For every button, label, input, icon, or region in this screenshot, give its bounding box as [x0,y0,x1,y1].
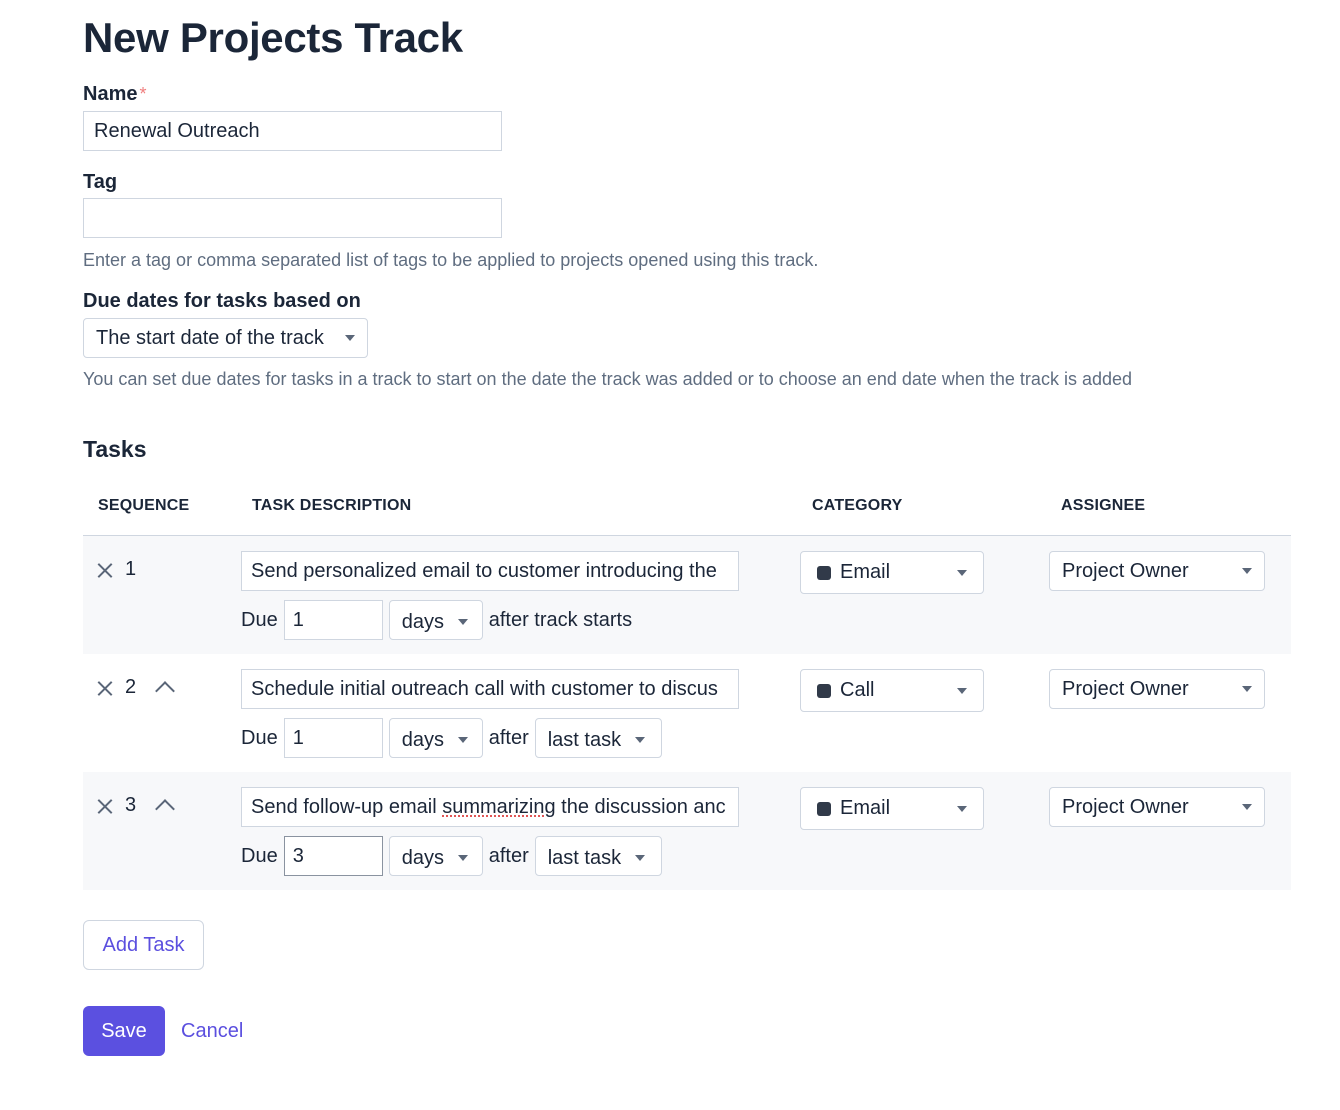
due-basis-help-text: You can set due dates for tasks in a tra… [83,369,1132,389]
chevron-down-icon [457,737,468,743]
sequence-cell: 1 [95,558,136,581]
chevron-down-icon [1242,804,1252,810]
category-select[interactable]: Email [800,787,984,830]
assignee-value: Project Owner [1062,559,1189,582]
due-line: Due days after track starts [241,600,632,640]
due-label: Due [241,844,278,867]
category-color-swatch [817,683,831,698]
due-offset-input[interactable] [283,836,383,876]
chevron-down-icon [1242,686,1252,692]
description-text: Send follow-up email [251,795,443,818]
column-header-assignee: ASSIGNEE [1061,497,1146,514]
category-select[interactable]: Email [800,551,984,594]
relative-to-select[interactable]: last task [534,836,662,876]
due-basis-select[interactable]: The start date of the track [83,318,368,358]
due-unit-select[interactable]: days [388,718,483,758]
category-color-swatch [817,565,831,580]
after-text: after [488,726,529,749]
column-header-description: TASK DESCRIPTION [252,497,412,514]
due-offset-input[interactable] [283,600,383,640]
tasks-heading: Tasks [83,436,147,462]
page-title: New Projects Track [83,14,463,61]
relative-to-value: last task [547,728,622,751]
tag-help-text: Enter a tag or comma separated list of t… [83,250,819,270]
due-line: Due days after last task [241,836,662,876]
move-up-icon[interactable] [155,798,176,819]
column-header-sequence: SEQUENCE [98,497,190,514]
remove-task-icon[interactable] [95,796,115,816]
category-value: Email [840,797,891,819]
category-color-swatch [817,801,831,816]
task-row: 2 Due days after last task Call Project … [83,654,1291,772]
due-basis-value: The start date of the track [96,326,324,349]
chevron-down-icon [957,687,967,694]
chevron-down-icon [457,855,468,861]
spellcheck-flagged-word: summarizing [442,795,556,818]
chevron-down-icon [957,569,967,576]
due-unit-select[interactable]: days [388,836,483,876]
remove-task-icon[interactable] [95,560,115,580]
name-label: Name * [83,82,147,106]
category-select[interactable]: Call [800,669,984,712]
after-text: after [488,844,529,867]
assignee-select[interactable]: Project Owner [1049,669,1265,709]
name-label-text: Name [83,83,138,105]
remove-task-icon[interactable] [95,678,115,698]
task-row: 1 Due days after track starts Email Proj… [83,536,1291,654]
due-label: Due [241,726,278,749]
due-label: Due [241,608,278,631]
name-input[interactable] [83,111,502,151]
chevron-down-icon [635,737,646,743]
relative-to-select[interactable]: last task [534,718,662,758]
assignee-select[interactable]: Project Owner [1049,551,1265,591]
cancel-link[interactable]: Cancel [181,1020,243,1043]
task-row: 3 Send follow-up email summarizing the d… [83,772,1291,890]
due-basis-label: Due dates for tasks based on [83,290,361,312]
due-unit-value: days [401,728,444,751]
move-up-icon[interactable] [155,680,176,701]
task-description-input[interactable] [241,669,739,709]
column-header-category: CATEGORY [812,497,903,514]
due-unit-select[interactable]: days [388,600,483,640]
description-text: the discussion anc [555,795,726,818]
sequence-cell: 2 [95,676,176,701]
sequence-cell: 3 [95,794,176,819]
assignee-value: Project Owner [1062,795,1189,818]
chevron-down-icon [345,335,355,341]
assignee-select[interactable]: Project Owner [1049,787,1265,827]
task-description-input[interactable]: Send follow-up email summarizing the dis… [241,787,739,827]
chevron-down-icon [635,855,646,861]
due-unit-value: days [401,846,444,869]
chevron-down-icon [957,805,967,812]
category-value: Email [840,561,891,583]
add-task-button[interactable]: Add Task [83,920,204,970]
tag-label: Tag [83,171,118,193]
sequence-number: 2 [125,676,137,698]
save-button[interactable]: Save [83,1006,165,1056]
required-indicator: * [139,84,147,104]
category-value: Call [840,679,875,701]
relative-to-value: last task [547,846,622,869]
chevron-down-icon [457,619,468,625]
tag-input[interactable] [83,198,502,238]
sequence-number: 3 [125,794,137,816]
task-description-input[interactable] [241,551,739,591]
after-text: after track starts [488,608,633,631]
sequence-number: 1 [125,558,137,580]
due-offset-input[interactable] [283,718,383,758]
due-unit-value: days [401,610,444,633]
assignee-value: Project Owner [1062,677,1189,700]
due-line: Due days after last task [241,718,662,758]
chevron-down-icon [1242,568,1252,574]
